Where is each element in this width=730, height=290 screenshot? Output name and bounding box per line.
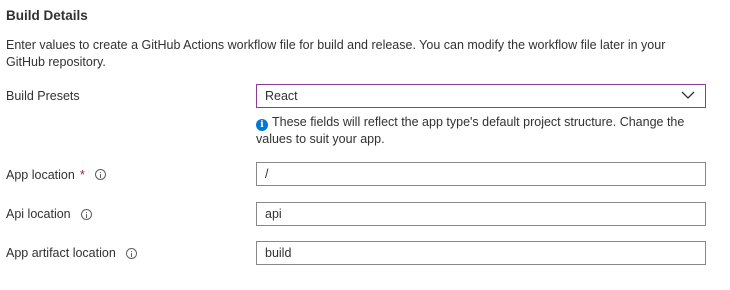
chevron-down-icon	[681, 91, 695, 99]
required-marker: *	[79, 167, 85, 182]
artifact-location-label-text: App artifact location	[6, 246, 116, 260]
api-location-input[interactable]	[256, 202, 706, 226]
build-presets-hint: i These fields will reflect the app type'…	[256, 114, 708, 148]
app-location-label-text: App location	[6, 167, 75, 182]
app-location-input[interactable]	[256, 162, 706, 186]
app-location-label: App location *	[6, 167, 106, 182]
artifact-location-input[interactable]	[256, 241, 706, 265]
api-location-label: Api location	[6, 207, 92, 221]
build-presets-hint-text: These fields will reflect the app type's…	[256, 115, 685, 146]
build-presets-dropdown[interactable]: React	[256, 84, 706, 108]
section-description: Enter values to create a GitHub Actions …	[6, 38, 666, 69]
section-title: Build Details	[6, 8, 88, 23]
build-presets-label-text: Build Presets	[6, 89, 80, 103]
api-location-label-text: Api location	[6, 207, 71, 221]
artifact-location-label: App artifact location	[6, 246, 137, 260]
build-presets-selected: React	[265, 89, 298, 103]
build-presets-label: Build Presets	[6, 89, 80, 103]
info-icon[interactable]	[94, 169, 106, 180]
info-icon[interactable]	[125, 247, 137, 259]
info-icon[interactable]	[80, 208, 92, 220]
info-filled-icon: i	[256, 119, 268, 131]
